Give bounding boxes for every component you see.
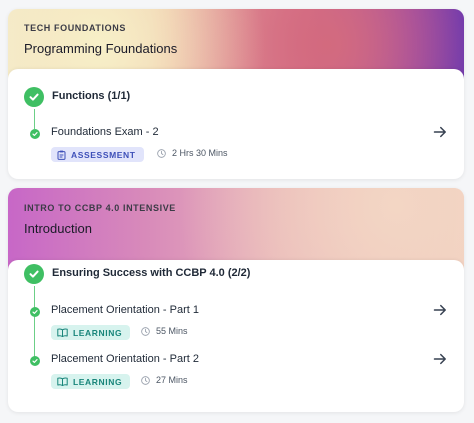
book-icon	[57, 377, 68, 386]
arrow-right-icon[interactable]	[432, 302, 448, 318]
badge-label: LEARNING	[73, 327, 123, 338]
check-dot-icon	[30, 129, 40, 139]
arrow-right-icon[interactable]	[432, 351, 448, 367]
lesson-duration: 2 Hrs 30 Mins	[157, 148, 228, 158]
clock-icon	[157, 148, 166, 158]
course-card: TECH FOUNDATIONS Programming Foundations…	[8, 9, 464, 179]
check-dot-icon	[30, 356, 40, 366]
lesson-duration: 27 Mins	[141, 375, 188, 385]
clock-icon	[141, 375, 150, 385]
lesson-title[interactable]: Placement Orientation - Part 1	[51, 304, 199, 316]
topic-title: Ensuring Success with CCBP 4.0 (2/2)	[52, 267, 251, 279]
book-icon	[57, 328, 68, 337]
duration-text: 27 Mins	[156, 375, 188, 385]
arrow-right-icon[interactable]	[432, 124, 448, 140]
course-card: INTRO TO CCBP 4.0 INTENSIVE Introduction…	[8, 188, 464, 412]
clock-icon	[141, 326, 150, 336]
course-tagline: TECH FOUNDATIONS	[24, 23, 126, 33]
lesson-type-badge: LEARNING	[51, 374, 131, 389]
topic-header: Functions (1/1)	[24, 87, 448, 111]
lesson-type-badge: ASSESSMENT	[51, 147, 144, 162]
lesson-title[interactable]: Foundations Exam - 2	[51, 126, 159, 138]
check-dot-icon	[30, 307, 40, 317]
lesson-item[interactable]: Foundations Exam - 2 ASSESSMENT 2 Hrs 30…	[24, 126, 448, 176]
check-circle-icon	[24, 264, 44, 284]
badge-label: LEARNING	[73, 376, 123, 387]
lesson-type-badge: LEARNING	[51, 325, 131, 340]
check-circle-icon	[24, 87, 44, 107]
lesson-title[interactable]: Placement Orientation - Part 2	[51, 353, 199, 365]
clipboard-icon	[57, 150, 66, 160]
lesson-duration: 55 Mins	[141, 326, 188, 336]
course-title: Programming Foundations	[24, 41, 178, 56]
topic-title: Functions (1/1)	[52, 90, 131, 102]
course-tagline: INTRO TO CCBP 4.0 INTENSIVE	[24, 203, 176, 213]
topic-header: Ensuring Success with CCBP 4.0 (2/2)	[24, 264, 448, 288]
lesson-item[interactable]: Placement Orientation - Part 1 LEARNING …	[24, 304, 448, 354]
topic-panel: Functions (1/1) Foundations Exam - 2 ASS…	[8, 69, 464, 179]
course-title: Introduction	[24, 221, 92, 236]
topic-panel: Ensuring Success with CCBP 4.0 (2/2) Pla…	[8, 260, 464, 412]
duration-text: 55 Mins	[156, 326, 188, 336]
lesson-item[interactable]: Placement Orientation - Part 2 LEARNING …	[24, 353, 448, 403]
badge-label: ASSESSMENT	[71, 149, 136, 160]
duration-text: 2 Hrs 30 Mins	[172, 148, 228, 158]
